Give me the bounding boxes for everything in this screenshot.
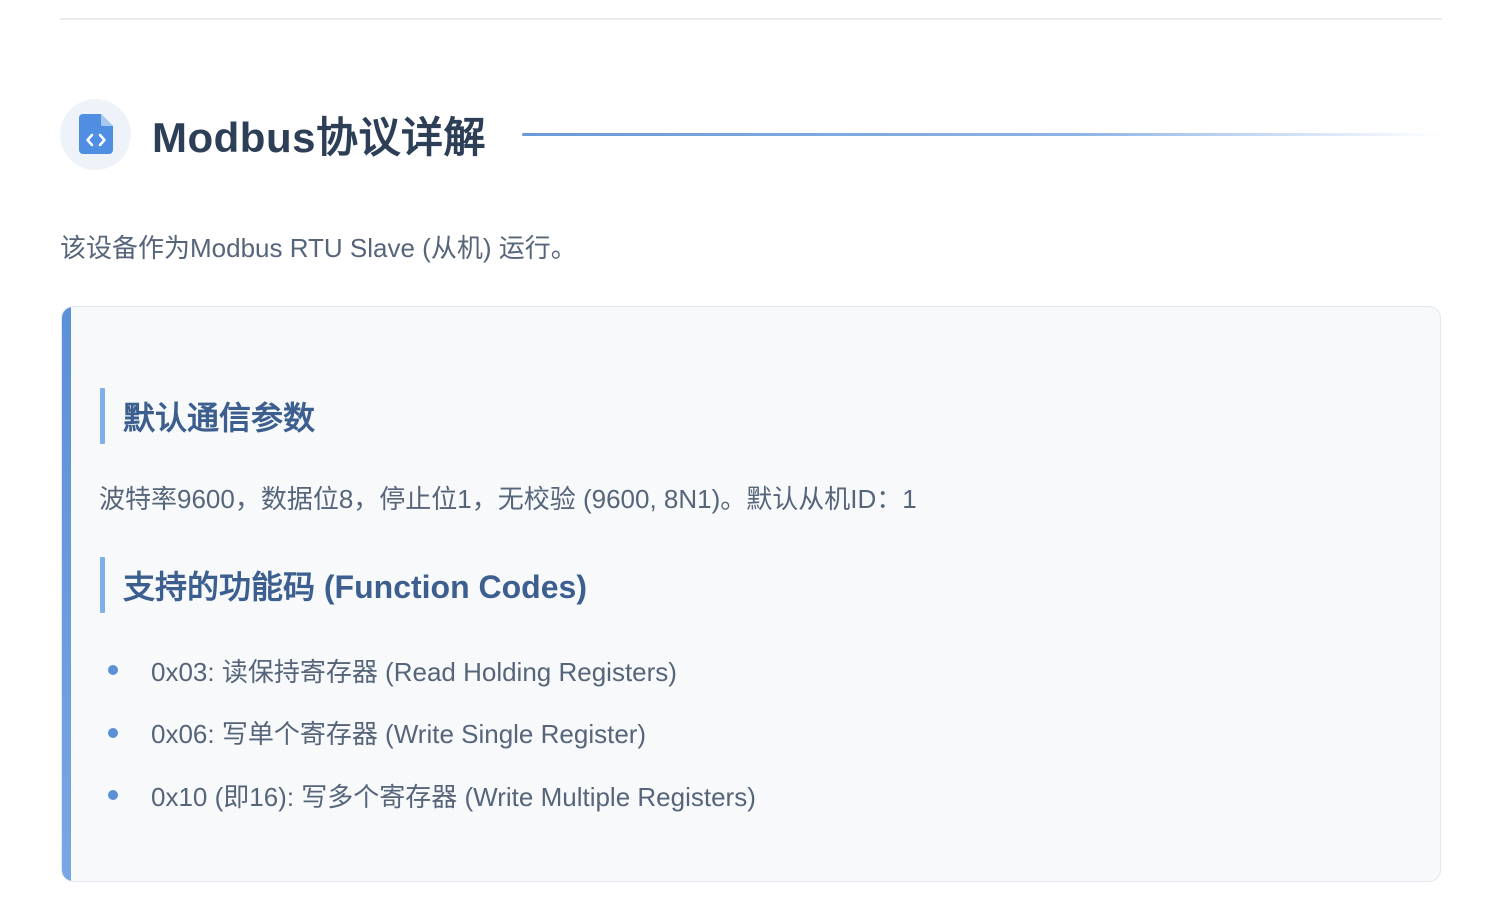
function-code-text: 0x10 (即16): 写多个寄存器 (Write Multiple Regis… [151, 781, 756, 812]
intro-text: 该设备作为Modbus RTU Slave (从机) 运行。 [60, 233, 577, 263]
top-divider [60, 18, 1442, 20]
params-heading: 默认通信参数 [100, 388, 315, 444]
card-accent-bar [62, 307, 71, 881]
page-title: Modbus协议详解 [152, 113, 486, 161]
codes-heading: 支持的功能码 (Function Codes) [100, 557, 587, 613]
function-code-list: 0x03: 读保持寄存器 (Read Holding Registers) 0x… [108, 651, 756, 839]
list-item: 0x10 (即16): 写多个寄存器 (Write Multiple Regis… [108, 776, 756, 814]
section-header: Modbus协议详解 [60, 98, 1442, 170]
title-divider-line [521, 132, 1442, 136]
function-code-text: 0x03: 读保持寄存器 (Read Holding Registers) [151, 656, 677, 687]
list-item: 0x03: 读保持寄存器 (Read Holding Registers) [108, 651, 756, 689]
codes-heading-text: 支持的功能码 (Function Codes) [123, 569, 587, 605]
params-heading-text: 默认通信参数 [123, 400, 316, 436]
heading-marker [100, 388, 105, 444]
heading-marker [100, 557, 105, 613]
function-code-text: 0x06: 写单个寄存器 (Write Single Register) [151, 719, 647, 749]
file-code-icon [60, 98, 131, 170]
list-item: 0x06: 写单个寄存器 (Write Single Register) [108, 714, 756, 752]
bullet-icon [108, 665, 118, 675]
params-text: 波特率9600，数据位8，停止位1，无校验 (9600, 8N1)。默认从机ID… [99, 484, 917, 514]
info-card: 默认通信参数 波特率9600，数据位8，停止位1，无校验 (9600, 8N1)… [61, 306, 1441, 882]
bullet-icon [108, 790, 118, 800]
bullet-icon [108, 727, 118, 738]
